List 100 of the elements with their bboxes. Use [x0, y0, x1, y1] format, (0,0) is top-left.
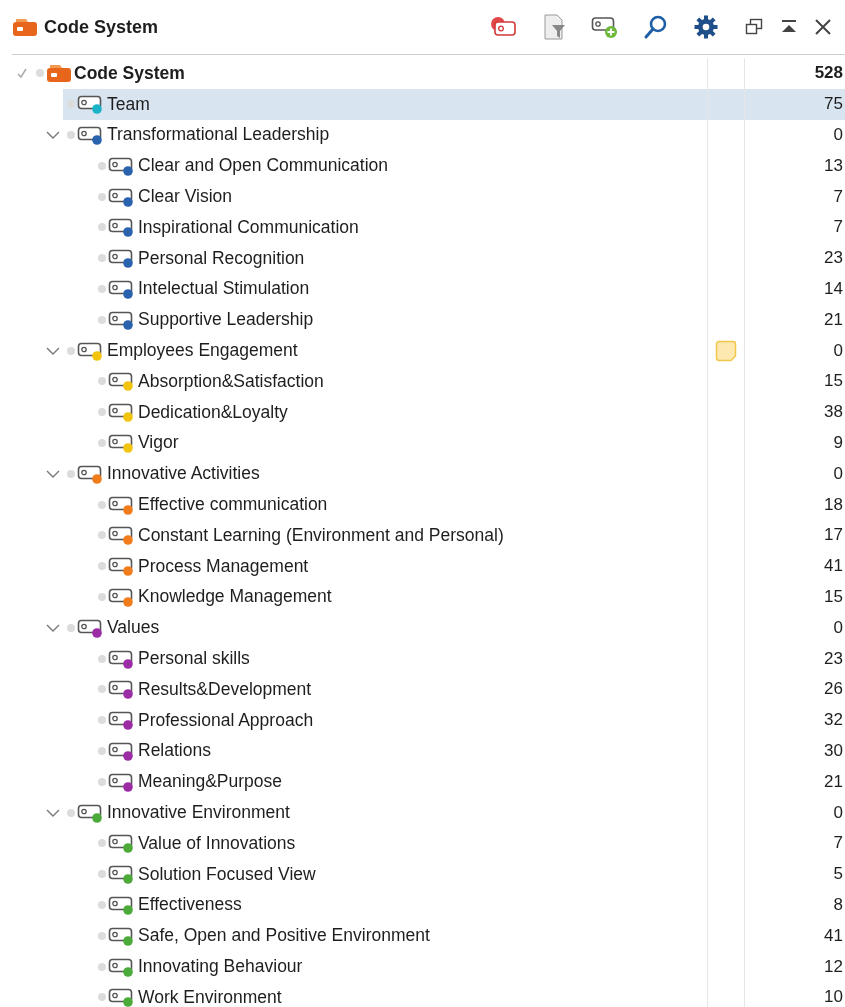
tree-row[interactable]: Safe, Open and Positive Environment 41	[94, 920, 845, 952]
coded-segment-count: 0	[833, 617, 843, 638]
close-icon[interactable]	[813, 17, 833, 37]
code-label: Values	[107, 617, 160, 639]
tree-row[interactable]: Relations 30	[94, 735, 845, 767]
panel-icon	[12, 17, 38, 37]
tree-row[interactable]: Innovating Behaviour 12	[94, 951, 845, 982]
status-dot-icon	[67, 469, 75, 478]
status-dot-icon	[98, 284, 106, 293]
tree-row[interactable]: Effectiveness 8	[94, 889, 845, 921]
tree-row[interactable]: Personal skills 23	[94, 643, 845, 674]
code-tag-icon	[108, 681, 133, 695]
coded-segment-count: 528	[814, 63, 843, 84]
chevron-down-icon[interactable]	[45, 468, 61, 479]
status-dot-icon	[98, 777, 106, 786]
code-tag-icon	[77, 465, 102, 480]
code-tag-icon	[108, 496, 133, 510]
status-dot-icon	[98, 408, 106, 417]
tree-row[interactable]: Absorption&Satisfaction 15	[94, 365, 845, 397]
tree-row[interactable]: Team 75	[63, 88, 845, 120]
coded-segment-count: 26	[824, 679, 843, 700]
tree-row[interactable]: Transformational Leadership 0	[63, 119, 845, 151]
status-dot-icon	[98, 223, 106, 232]
status-dot-icon	[98, 654, 106, 663]
status-dot-icon	[98, 315, 106, 324]
tree-row[interactable]: Vigor 9	[94, 427, 845, 459]
status-dot-icon	[98, 562, 106, 571]
tree-row[interactable]: Supportive Leadership 21	[94, 304, 845, 336]
code-tag-icon	[108, 373, 133, 387]
coded-segment-count: 14	[824, 278, 843, 299]
status-dot-icon	[98, 993, 106, 1002]
tree-row[interactable]: Innovative Environment 0	[63, 797, 845, 828]
coded-segment-count: 9	[833, 432, 843, 453]
tree-row[interactable]: Effective communication 18	[94, 489, 845, 520]
code-label: Supportive Leadership	[138, 309, 314, 331]
code-tag-icon	[108, 958, 133, 972]
status-dot-icon	[67, 346, 75, 355]
tree-row[interactable]: Code System 528	[32, 58, 845, 89]
code-label: Process Management	[138, 555, 309, 577]
coded-segment-count: 23	[824, 248, 843, 269]
status-dot-icon	[98, 931, 106, 940]
chevron-down-icon[interactable]	[45, 622, 61, 633]
tree-row[interactable]: Professional Approach 32	[94, 704, 845, 736]
coded-segment-count: 15	[824, 371, 843, 392]
code-tag-icon	[77, 95, 102, 110]
tree-row[interactable]: Employees Engagement 0	[63, 335, 845, 366]
tree-row[interactable]: Knowledge Management 15	[94, 581, 845, 613]
status-dot-icon	[36, 69, 44, 78]
chevron-down-icon[interactable]	[45, 130, 61, 140]
code-label: Team	[107, 93, 150, 115]
code-label: Safe, Open and Positive Environment	[138, 925, 430, 947]
coded-segment-count: 0	[833, 125, 843, 145]
code-tag-icon	[108, 527, 133, 541]
tree-row[interactable]: Inspirational Communication 7	[94, 212, 845, 243]
code-tag-icon	[108, 403, 133, 418]
chevron-down-icon[interactable]	[45, 345, 61, 356]
coded-segment-count: 30	[824, 740, 843, 761]
code-tag-icon	[108, 742, 133, 757]
code-label: Innovative Environment	[107, 802, 290, 823]
coded-segment-count: 7	[833, 186, 843, 207]
code-label: Relations	[138, 740, 211, 762]
coded-segment-count: 17	[824, 525, 843, 546]
tree-row[interactable]: Clear Vision 7	[94, 181, 845, 212]
coded-segment-count: 0	[833, 340, 843, 361]
code-tag-icon	[108, 249, 133, 264]
coded-segment-count: 12	[824, 956, 843, 977]
status-dot-icon	[98, 500, 106, 509]
new-code-icon[interactable]	[591, 14, 619, 40]
tree-row[interactable]: Work Environment 10	[94, 981, 845, 1007]
coded-segment-count: 38	[824, 402, 843, 423]
filter-document-icon[interactable]	[543, 13, 567, 41]
tree-row[interactable]: Clear and Open Communication 13	[94, 150, 845, 182]
code-label: Absorption&Satisfaction	[138, 370, 324, 392]
tree-row[interactable]: Value of Innovations 7	[94, 827, 845, 859]
tree-row[interactable]: Process Management 41	[94, 550, 845, 582]
tree-row[interactable]: Results&Development 26	[94, 673, 845, 705]
tree-row[interactable]: Solution Focused View 5	[94, 858, 845, 890]
code-label: Results&Development	[138, 678, 312, 700]
tree-row[interactable]: Intelectual Stimulation 14	[94, 273, 845, 305]
code-tag-icon	[77, 619, 102, 634]
status-dot-icon	[98, 531, 106, 540]
check-icon[interactable]	[16, 67, 28, 80]
tree-row[interactable]: Meaning&Purpose 21	[94, 766, 845, 798]
settings-icon[interactable]	[693, 14, 719, 40]
code-tag-icon	[108, 989, 133, 1003]
code-label: Effectiveness	[138, 894, 242, 916]
tree-row[interactable]: Constant Learning (Environment and Personal) 17	[94, 519, 845, 551]
status-dot-icon	[98, 254, 106, 263]
tree-row[interactable]: Personal Recognition 23	[94, 242, 845, 274]
tree-row[interactable]: Values 0	[63, 612, 845, 644]
code-label: Meaning&Purpose	[138, 771, 282, 793]
chevron-down-icon[interactable]	[45, 807, 61, 818]
status-dot-icon	[67, 623, 75, 632]
tree-row[interactable]: Dedication&Loyalty 38	[94, 396, 845, 428]
tree-row[interactable]: Innovative Activities 0	[63, 458, 845, 490]
panel-title: Code System	[44, 16, 160, 38]
code-label: Employees Engagement	[107, 340, 298, 362]
coded-segment-count: 41	[824, 925, 843, 946]
search-icon[interactable]	[643, 14, 669, 40]
coded-segment-count: 13	[824, 155, 843, 176]
